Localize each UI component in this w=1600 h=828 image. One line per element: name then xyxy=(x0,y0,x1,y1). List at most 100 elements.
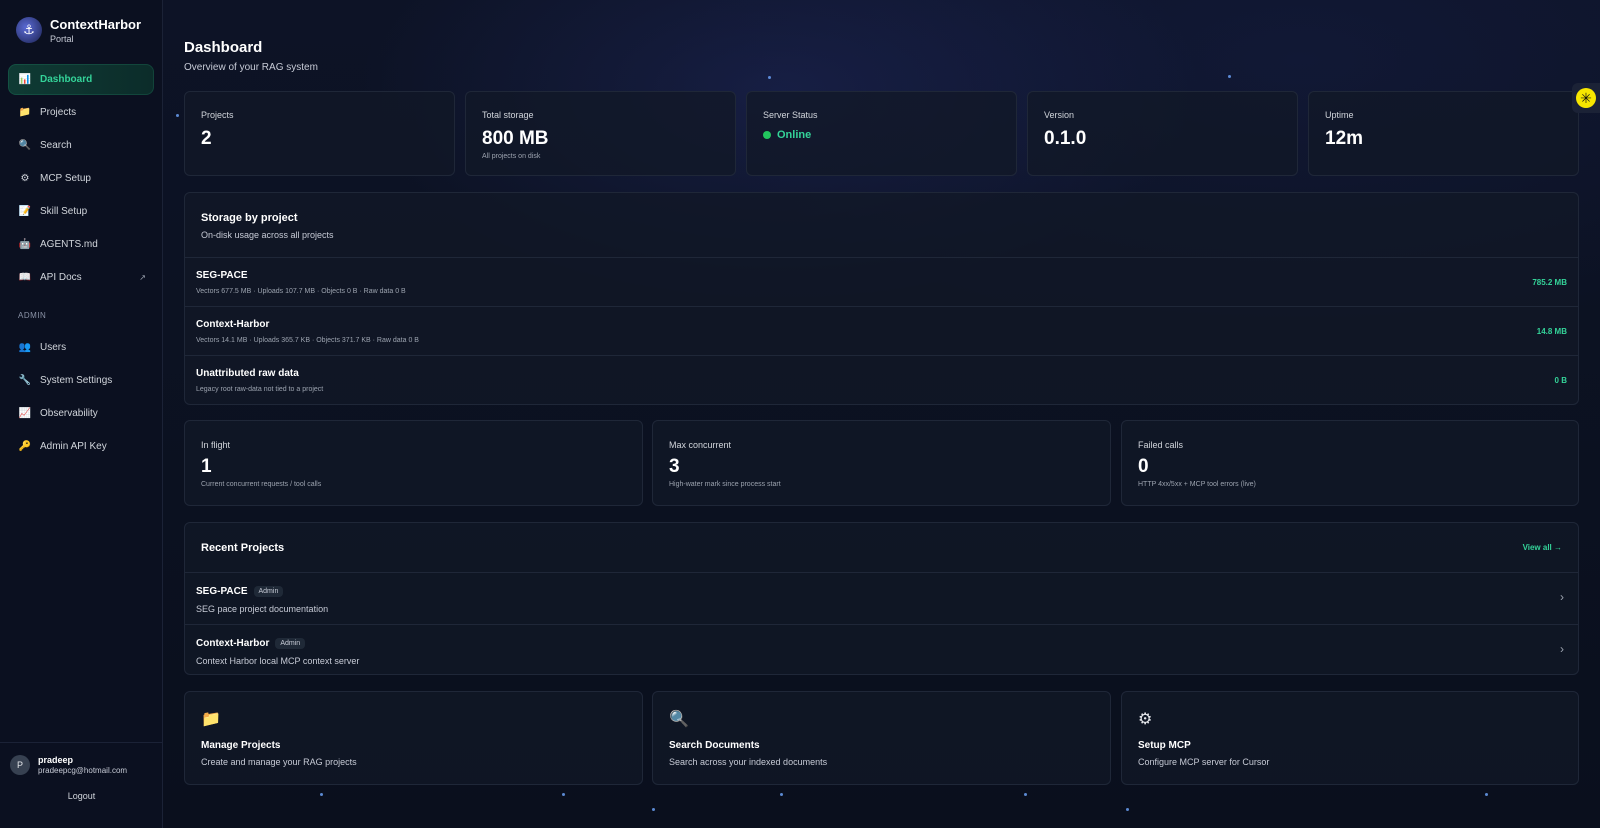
nav-label: Dashboard xyxy=(40,74,93,85)
stat-note: All projects on disk xyxy=(482,153,541,160)
stat-value: 800 MB xyxy=(482,128,549,149)
nav-item-users[interactable]: 👥 Users xyxy=(8,332,154,363)
metric-card-max-concurrent: Max concurrent 3 High-water mark since p… xyxy=(652,420,1111,506)
storage-by-project-card: Storage by project On-disk usage across … xyxy=(184,192,1579,405)
nav-item-system-settings[interactable]: 🔧 System Settings xyxy=(8,365,154,396)
nav-item-agents-md[interactable]: 🤖 AGENTS.md xyxy=(8,229,154,260)
metric-note: HTTP 4xx/5xx + MCP tool errors (live) xyxy=(1138,481,1256,488)
chevron-right-icon: › xyxy=(1560,590,1564,604)
nav-item-admin-api-key[interactable]: 🔑 Admin API Key xyxy=(8,431,154,462)
recent-projects-card: Recent Projects View all → SEG-PACE Admin… xyxy=(184,522,1579,675)
users-icon: 👥 xyxy=(18,342,32,353)
star-dot xyxy=(176,114,179,117)
metric-value: 0 xyxy=(1138,456,1149,477)
project-description: Context Harbor local MCP context server xyxy=(196,656,360,666)
nav-label: Users xyxy=(40,342,67,353)
folder-icon: 📁 xyxy=(201,711,221,728)
storage-row: Context-Harbor Vectors 14.1 MB · Uploads… xyxy=(185,306,1578,355)
row-detail: Legacy root raw-data not tied to a proje… xyxy=(196,386,324,393)
project-name: SEG-PACE xyxy=(196,586,248,598)
stat-label: Uptime xyxy=(1325,110,1354,120)
action-title: Search Documents xyxy=(669,740,760,751)
action-title: Manage Projects xyxy=(201,740,281,751)
nav-item-observability[interactable]: 📈 Observability xyxy=(8,398,154,429)
nav-item-api-docs[interactable]: 📖 API Docs ↗ xyxy=(8,262,154,293)
project-description: SEG pace project documentation xyxy=(196,604,329,614)
logout-button[interactable]: Logout xyxy=(10,791,153,801)
nav-item-search[interactable]: 🔍 Search xyxy=(8,130,154,161)
star-dot xyxy=(562,793,565,796)
star-dot xyxy=(652,808,655,811)
nav-label: Admin API Key xyxy=(40,441,107,452)
star-dot xyxy=(1024,793,1027,796)
project-name: Context-Harbor xyxy=(196,638,270,650)
wrench-icon: 🔧 xyxy=(18,375,32,386)
section-title: Storage by project xyxy=(201,212,298,224)
floating-widget-button[interactable]: ✳ xyxy=(1572,83,1600,113)
metric-card-in-flight: In flight 1 Current concurrent requests … xyxy=(184,420,643,506)
row-name: SEG-PACE xyxy=(196,270,248,281)
nav-item-dashboard[interactable]: 📊 Dashboard xyxy=(8,64,154,95)
page-subtitle: Overview of your RAG system xyxy=(184,62,318,73)
status-text: Online xyxy=(777,129,812,141)
role-badge: Admin xyxy=(253,586,284,597)
page-title: Dashboard xyxy=(184,39,263,56)
gear-icon: ⚙ xyxy=(20,173,30,184)
nav-label: Observability xyxy=(40,408,98,419)
user-panel: P pradeep pradeepcg@hotmail.com Logout xyxy=(0,742,163,828)
metric-note: High-water mark since process start xyxy=(669,481,781,488)
gear-icon: ⚙ xyxy=(1138,711,1153,728)
stat-label: Total storage xyxy=(482,110,534,120)
section-subtitle: On-disk usage across all projects xyxy=(201,230,334,240)
metric-value: 1 xyxy=(201,456,212,477)
row-value: 14.8 MB xyxy=(1536,327,1567,336)
stat-card-server-status: Server Status Online xyxy=(746,91,1017,176)
action-card-search-documents[interactable]: 🔍 Search Documents Search across your in… xyxy=(652,691,1111,785)
nav-label: Projects xyxy=(40,107,77,118)
action-card-setup-mcp[interactable]: ⚙ Setup MCP Configure MCP server for Cur… xyxy=(1121,691,1579,785)
external-link-icon: ↗ xyxy=(139,273,146,282)
stat-card-uptime: Uptime 12m xyxy=(1308,91,1579,176)
nav-item-projects[interactable]: 📁 Projects xyxy=(8,97,154,128)
trend-icon: 📈 xyxy=(18,408,32,419)
row-detail: Vectors 14.1 MB · Uploads 365.7 KB · Obj… xyxy=(196,337,419,344)
brand-logo-icon: ⚓ xyxy=(16,17,42,43)
action-card-manage-projects[interactable]: 📁 Manage Projects Create and manage your… xyxy=(184,691,643,785)
brand-subtitle: Portal xyxy=(50,33,74,44)
action-subtitle: Search across your indexed documents xyxy=(669,757,828,767)
view-all-link[interactable]: View all → xyxy=(1523,543,1562,552)
section-title: Recent Projects xyxy=(201,542,285,554)
metric-value: 3 xyxy=(669,456,680,477)
nav-label: API Docs xyxy=(40,272,82,283)
sidebar: ⚓ ContextHarbor Portal 📊 Dashboard 📁 Pro… xyxy=(0,0,163,828)
metric-card-failed-calls: Failed calls 0 HTTP 4xx/5xx + MCP tool e… xyxy=(1121,420,1579,506)
action-subtitle: Create and manage your RAG projects xyxy=(201,757,357,767)
nav-label: Search xyxy=(40,140,72,151)
star-dot xyxy=(320,793,323,796)
avatar: P xyxy=(10,755,30,775)
stat-value: 12m xyxy=(1325,128,1364,149)
user-name: pradeep xyxy=(38,755,74,765)
row-name: Unattributed raw data xyxy=(196,368,299,379)
recent-project-row[interactable]: Context-Harbor Admin Context Harbor local… xyxy=(185,624,1578,675)
star-dot xyxy=(1485,793,1488,796)
role-badge: Admin xyxy=(275,638,306,649)
nav-item-skill-setup[interactable]: 📝 Skill Setup xyxy=(8,196,154,227)
star-dot xyxy=(768,76,771,79)
star-dot xyxy=(780,793,783,796)
row-value: 785.2 MB xyxy=(1532,278,1567,287)
stat-value: 0.1.0 xyxy=(1044,128,1087,149)
brand-name: ContextHarbor xyxy=(50,16,142,32)
nav-label: AGENTS.md xyxy=(40,239,98,250)
metric-label: In flight xyxy=(201,440,231,450)
project-name-line: Context-Harbor Admin xyxy=(196,638,306,650)
stat-card-projects: Projects 2 xyxy=(184,91,455,176)
brand[interactable]: ⚓ ContextHarbor Portal xyxy=(0,0,162,60)
nav-item-mcp-setup[interactable]: ⚙ MCP Setup xyxy=(8,163,154,194)
action-title: Setup MCP xyxy=(1138,740,1191,751)
stat-card-version: Version 0.1.0 xyxy=(1027,91,1298,176)
stat-label: Server Status xyxy=(763,110,818,120)
recent-project-row[interactable]: SEG-PACE Admin SEG pace project documenta… xyxy=(185,572,1578,624)
storage-row: SEG-PACE Vectors 677.5 MB · Uploads 107.… xyxy=(185,257,1578,306)
star-dot xyxy=(1228,75,1231,78)
